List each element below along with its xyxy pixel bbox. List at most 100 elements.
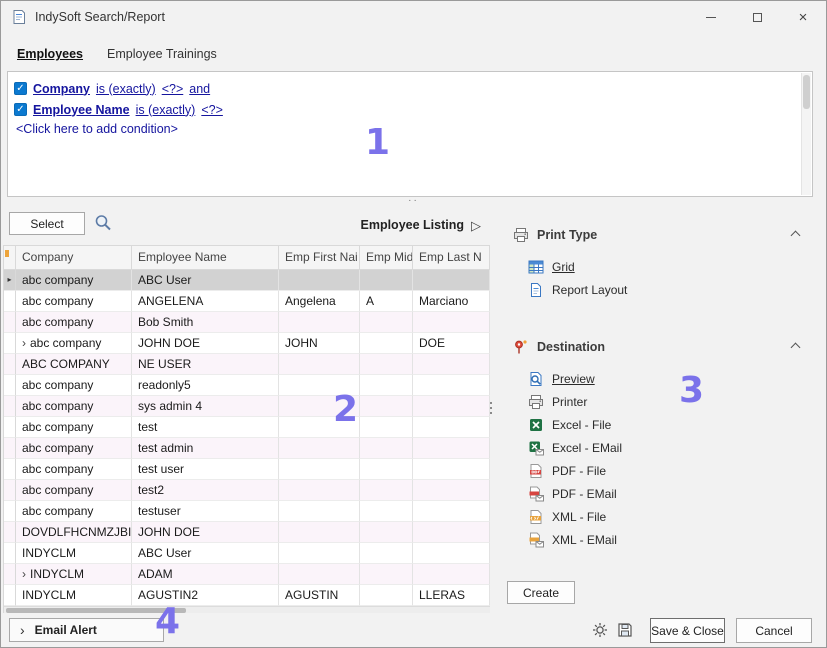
cell-company[interactable]: abc company [16,312,132,333]
cell-emp-first-nai[interactable] [279,522,360,543]
column-header-emp-last-n[interactable]: Emp Last N [413,246,490,270]
cell-employee-name[interactable]: Bob Smith [132,312,279,333]
cell-emp-first-nai[interactable] [279,312,360,333]
cell-employee-name[interactable]: test2 [132,480,279,501]
destination-option-pdf-file[interactable]: PDF - File [528,459,809,482]
cell-company[interactable]: abc company [16,480,132,501]
save-and-close-button[interactable]: Save & Close [650,618,725,643]
cell-company[interactable]: abc company [16,438,132,459]
cell-emp-first-nai[interactable] [279,417,360,438]
cell-employee-name[interactable]: ABC User [132,543,279,564]
table-row[interactable]: ABC COMPANYNE USER [4,354,490,375]
play-icon[interactable]: ▷ [471,219,481,232]
cell-emp-first-nai[interactable]: AGUSTIN [279,585,360,606]
cell-emp-midd[interactable] [360,480,413,501]
condition-value-link[interactable]: <?> [201,103,223,117]
cell-emp-midd[interactable] [360,585,413,606]
cell-emp-midd[interactable] [360,543,413,564]
email-alert-expander[interactable]: › Email Alert [9,618,164,642]
cell-emp-last-n[interactable] [413,270,490,291]
cell-company[interactable]: INDYCLM [16,585,132,606]
cell-company[interactable]: abc company [16,291,132,312]
table-row[interactable]: INDYCLMAGUSTIN2AGUSTIN LLERAS [4,585,490,606]
chevron-up-icon[interactable] [791,343,801,353]
cell-company[interactable]: abc company [16,375,132,396]
cell-emp-midd[interactable] [360,270,413,291]
cell-emp-first-nai[interactable] [279,543,360,564]
grid-horizontal-scrollbar[interactable] [4,606,490,613]
table-row[interactable]: abc companyreadonly5 [4,375,490,396]
cell-emp-midd[interactable]: A [360,291,413,312]
cell-emp-last-n[interactable] [413,543,490,564]
condition-operator-link[interactable]: is (exactly) [136,103,196,117]
cell-employee-name[interactable]: test [132,417,279,438]
scrollbar-thumb[interactable] [803,75,810,109]
cell-emp-midd[interactable] [360,564,413,585]
cell-emp-last-n[interactable]: Marciano [413,291,490,312]
maximize-button[interactable] [734,1,780,33]
table-row[interactable]: abc companytestuser [4,501,490,522]
cell-emp-last-n[interactable]: DOE [413,333,490,354]
cell-emp-last-n[interactable]: LLERAS [413,585,490,606]
table-row[interactable]: abc companytest admin [4,438,490,459]
cell-emp-first-nai[interactable] [279,564,360,585]
minimize-button[interactable] [688,1,734,33]
cell-company[interactable]: ›INDYCLM [16,564,132,585]
condition-conjunction-link[interactable]: and [189,82,210,96]
cell-emp-midd[interactable] [360,354,413,375]
table-row[interactable]: abc companysys admin 4 [4,396,490,417]
save-icon[interactable] [617,622,633,638]
table-row[interactable]: ›abc companyJOHN DOEJOHNDOE [4,333,490,354]
cell-emp-midd[interactable] [360,501,413,522]
cell-emp-midd[interactable] [360,438,413,459]
add-condition-link[interactable]: <Click here to add condition> [16,122,796,142]
cell-company[interactable]: abc company [16,270,132,291]
expand-row-icon[interactable]: › [22,336,26,350]
destination-option-pdf-email[interactable]: PDF - EMail [528,482,809,505]
destination-option-preview[interactable]: Preview [528,367,809,390]
column-header-company[interactable]: Company [16,246,132,270]
destination-option-excel-email[interactable]: Excel - EMail [528,436,809,459]
cell-emp-last-n[interactable] [413,312,490,333]
cell-emp-first-nai[interactable] [279,375,360,396]
cell-employee-name[interactable]: test user [132,459,279,480]
cell-emp-last-n[interactable] [413,564,490,585]
close-button[interactable]: × [780,1,826,33]
cell-emp-midd[interactable] [360,396,413,417]
select-button[interactable]: Select [9,212,85,235]
chevron-up-icon[interactable] [791,231,801,241]
cell-employee-name[interactable]: AGUSTIN2 [132,585,279,606]
cell-emp-first-nai[interactable] [279,270,360,291]
cell-employee-name[interactable]: ADAM [132,564,279,585]
destination-section-header[interactable]: Destination [513,337,809,357]
cell-company[interactable]: abc company [16,396,132,417]
vertical-splitter[interactable] [490,402,492,414]
cell-emp-last-n[interactable] [413,354,490,375]
cell-employee-name[interactable]: NE USER [132,354,279,375]
cell-emp-midd[interactable] [360,333,413,354]
expand-row-icon[interactable]: › [22,567,26,581]
scrollbar-thumb[interactable] [6,608,186,613]
cell-company[interactable]: abc company [16,417,132,438]
cell-emp-first-nai[interactable] [279,354,360,375]
condition-checkbox[interactable]: ✓ [14,103,27,116]
table-row[interactable]: ›INDYCLMADAM [4,564,490,585]
destination-option-xml-email[interactable]: XML - EMail [528,528,809,551]
cell-employee-name[interactable]: JOHN DOE [132,333,279,354]
cell-company[interactable]: ABC COMPANY [16,354,132,375]
cell-employee-name[interactable]: ABC User [132,270,279,291]
cell-company[interactable]: DOVDLFHCNMZJBI [16,522,132,543]
cell-employee-name[interactable]: readonly5 [132,375,279,396]
table-row[interactable]: abc companytest2 [4,480,490,501]
destination-option-excel-file[interactable]: Excel - File [528,413,809,436]
print-type-option-grid[interactable]: Grid [528,255,809,278]
cell-emp-first-nai[interactable] [279,396,360,417]
cell-company[interactable]: ›abc company [16,333,132,354]
column-header-employee-name[interactable]: Employee Name [132,246,279,270]
table-row[interactable]: ▸abc companyABC User [4,270,490,291]
cell-company[interactable]: INDYCLM [16,543,132,564]
cancel-button[interactable]: Cancel [736,618,812,643]
condition-checkbox[interactable]: ✓ [14,82,27,95]
cell-emp-first-nai[interactable] [279,438,360,459]
cell-emp-midd[interactable] [360,459,413,480]
